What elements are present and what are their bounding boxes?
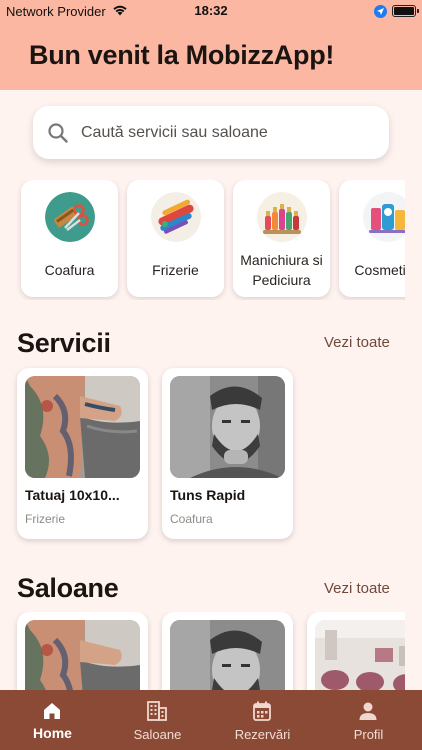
service-title: Tatuaj 10x10... bbox=[25, 487, 120, 503]
category-label: Coafura bbox=[44, 262, 95, 278]
home-icon bbox=[41, 700, 63, 722]
service-title: Tuns Rapid bbox=[170, 487, 246, 503]
nav-item-profil[interactable]: Profil bbox=[316, 690, 421, 750]
service-card[interactable]: Tatuaj 10x10... Frizerie bbox=[17, 368, 148, 539]
cosmetics-icon bbox=[363, 192, 405, 242]
nav-label: Home bbox=[33, 725, 72, 741]
location-arrow-icon bbox=[374, 5, 387, 18]
nav-item-saloane[interactable]: Saloane bbox=[105, 690, 210, 750]
page-title: Bun venit la MobizzApp! bbox=[29, 40, 335, 70]
salon-list[interactable] bbox=[0, 612, 405, 702]
calendar-icon bbox=[251, 700, 273, 722]
service-category: Coafura bbox=[170, 512, 213, 526]
scissors-comb-icon bbox=[45, 192, 95, 242]
salon-card[interactable] bbox=[307, 612, 405, 702]
search-bar[interactable] bbox=[33, 106, 389, 159]
nav-item-rezervari[interactable]: Rezervări bbox=[210, 690, 315, 750]
services-see-all-link[interactable]: Vezi toate bbox=[324, 334, 390, 351]
nav-label: Profil bbox=[353, 727, 384, 742]
category-label: Frizerie bbox=[152, 262, 199, 278]
nail-polish-icon bbox=[257, 192, 307, 242]
nav-label: Saloane bbox=[133, 727, 182, 742]
category-cosmetica[interactable]: Cosmetica bbox=[339, 180, 405, 297]
building-icon bbox=[146, 700, 168, 722]
bearded-man-photo bbox=[170, 376, 285, 478]
battery-icon bbox=[392, 5, 419, 17]
category-manichiura[interactable]: Manichiura si Pediciura bbox=[233, 180, 330, 297]
salon-card[interactable] bbox=[17, 612, 148, 702]
search-icon bbox=[47, 122, 69, 149]
service-category: Frizerie bbox=[25, 512, 66, 526]
category-frizerie[interactable]: Frizerie bbox=[127, 180, 224, 297]
salons-see-all-link[interactable]: Vezi toate bbox=[324, 580, 390, 597]
nav-item-home[interactable]: Home bbox=[0, 690, 105, 750]
clock: 18:32 bbox=[194, 3, 228, 18]
category-coafura[interactable]: Coafura bbox=[21, 180, 118, 297]
salons-section-title: Saloane bbox=[17, 573, 119, 603]
person-icon bbox=[357, 700, 379, 722]
status-bar: Network Provider 18:32 bbox=[0, 0, 422, 22]
category-list[interactable]: Coafura Frizerie Manichiura si Pediciura… bbox=[0, 180, 405, 300]
app-header: Bun venit la MobizzApp! bbox=[0, 22, 422, 90]
category-label: Cosmetica bbox=[354, 262, 405, 278]
salon-card[interactable] bbox=[162, 612, 293, 702]
search-input[interactable] bbox=[81, 116, 377, 149]
tattooed-woman-photo bbox=[25, 376, 140, 478]
bottom-nav: Home Saloane Rezervări Profil bbox=[0, 690, 422, 750]
nav-label: Rezervări bbox=[234, 727, 291, 742]
services-section-title: Servicii bbox=[17, 328, 111, 358]
service-card[interactable]: Tuns Rapid Coafura bbox=[162, 368, 293, 539]
category-label: Manichiura si Pediciura bbox=[240, 252, 323, 288]
razor-tools-icon bbox=[151, 192, 201, 242]
